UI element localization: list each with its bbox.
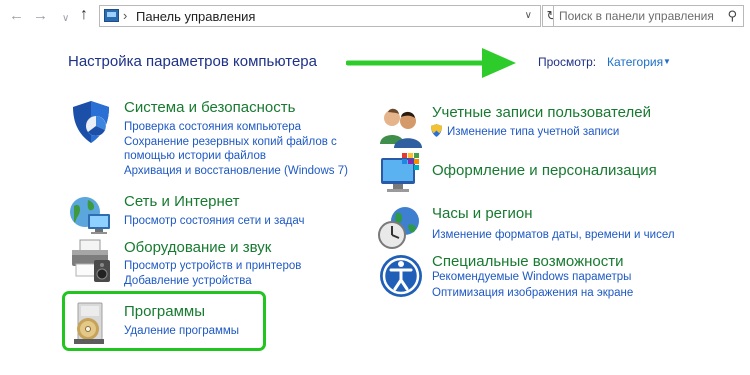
category-title[interactable]: Система и безопасность [124, 99, 295, 116]
control-panel-icon [104, 9, 119, 22]
category-user-accounts: Учетные записи пользователей Изменение т… [378, 104, 678, 148]
address-field[interactable]: › Панель управления ∨ [99, 5, 541, 27]
page-title: Настройка параметров компьютера [68, 53, 317, 70]
search-input[interactable] [559, 8, 719, 24]
category-appearance: Оформление и персонализация [378, 152, 678, 198]
view-by-caret-icon[interactable]: ▼ [663, 57, 671, 66]
annotation-arrow-icon [346, 48, 516, 78]
category-title[interactable]: Сеть и Интернет [124, 193, 240, 210]
category-link[interactable]: Просмотр устройств и принтеров [124, 259, 301, 274]
back-arrow-icon[interactable]: ← [9, 8, 24, 24]
category-title[interactable]: Учетные записи пользователей [432, 104, 651, 121]
search-box[interactable]: ⚲ [553, 5, 744, 27]
category-title[interactable]: Оформление и персонализация [432, 162, 657, 179]
accessibility-icon[interactable] [378, 253, 424, 299]
category-link[interactable]: Изменение форматов даты, времени и чисел [432, 228, 675, 243]
category-link[interactable]: Сохранение резервных копий файлов с [124, 135, 337, 150]
category-link[interactable]: помощью истории файлов [124, 149, 266, 164]
category-link[interactable]: Просмотр состояния сети и задач [124, 214, 304, 229]
category-link[interactable]: Изменение типа учетной записи [447, 125, 619, 140]
breadcrumb-separator-icon[interactable]: › [123, 8, 127, 23]
category-title[interactable]: Специальные возможности [432, 253, 624, 270]
view-by-dropdown[interactable]: Категория [607, 55, 663, 69]
address-toolbar: ← → ∨ ↑ › Панель управления ∨ ↻ ⚲ [0, 0, 750, 34]
category-link[interactable]: Оптимизация изображения на экране [432, 286, 633, 301]
view-by-label: Просмотр: [538, 55, 597, 69]
users-icon[interactable] [378, 104, 424, 150]
breadcrumb[interactable]: Панель управления [136, 9, 255, 24]
category-title[interactable]: Оборудование и звук [124, 239, 271, 256]
address-dropdown-chevron-icon[interactable]: ∨ [525, 10, 532, 21]
category-link[interactable]: Проверка состояния компьютера [124, 120, 301, 135]
category-link[interactable]: Рекомендуемые Windows параметры [432, 270, 631, 285]
printer-icon[interactable] [68, 238, 114, 284]
category-clock-region: Часы и регион Изменение форматов даты, в… [378, 205, 678, 249]
category-title[interactable]: Часы и регион [432, 205, 533, 222]
up-arrow-icon[interactable]: ↑ [80, 7, 88, 23]
category-network-internet: Сеть и Интернет Просмотр состояния сети … [68, 192, 368, 234]
category-hardware-sound: Оборудование и звук Просмотр устройств и… [68, 238, 368, 288]
category-link[interactable]: Добавление устройства [124, 274, 252, 289]
category-system-security: Система и безопасность Проверка состояни… [68, 99, 368, 179]
clock-globe-icon[interactable] [378, 205, 424, 251]
search-icon[interactable]: ⚲ [727, 8, 737, 24]
forward-arrow-icon[interactable]: → [33, 8, 48, 24]
programs-highlight-frame [62, 291, 266, 351]
category-ease-of-access: Специальные возможности Рекомендуемые Wi… [378, 253, 678, 303]
category-link[interactable]: Архивация и восстановление (Windows 7) [124, 164, 348, 179]
recent-locations-chevron-icon[interactable]: ∨ [62, 11, 69, 27]
uac-shield-icon [431, 124, 442, 137]
monitor-palette-icon[interactable] [378, 152, 424, 198]
network-globe-icon[interactable] [68, 192, 114, 238]
shield-icon[interactable] [68, 99, 114, 145]
